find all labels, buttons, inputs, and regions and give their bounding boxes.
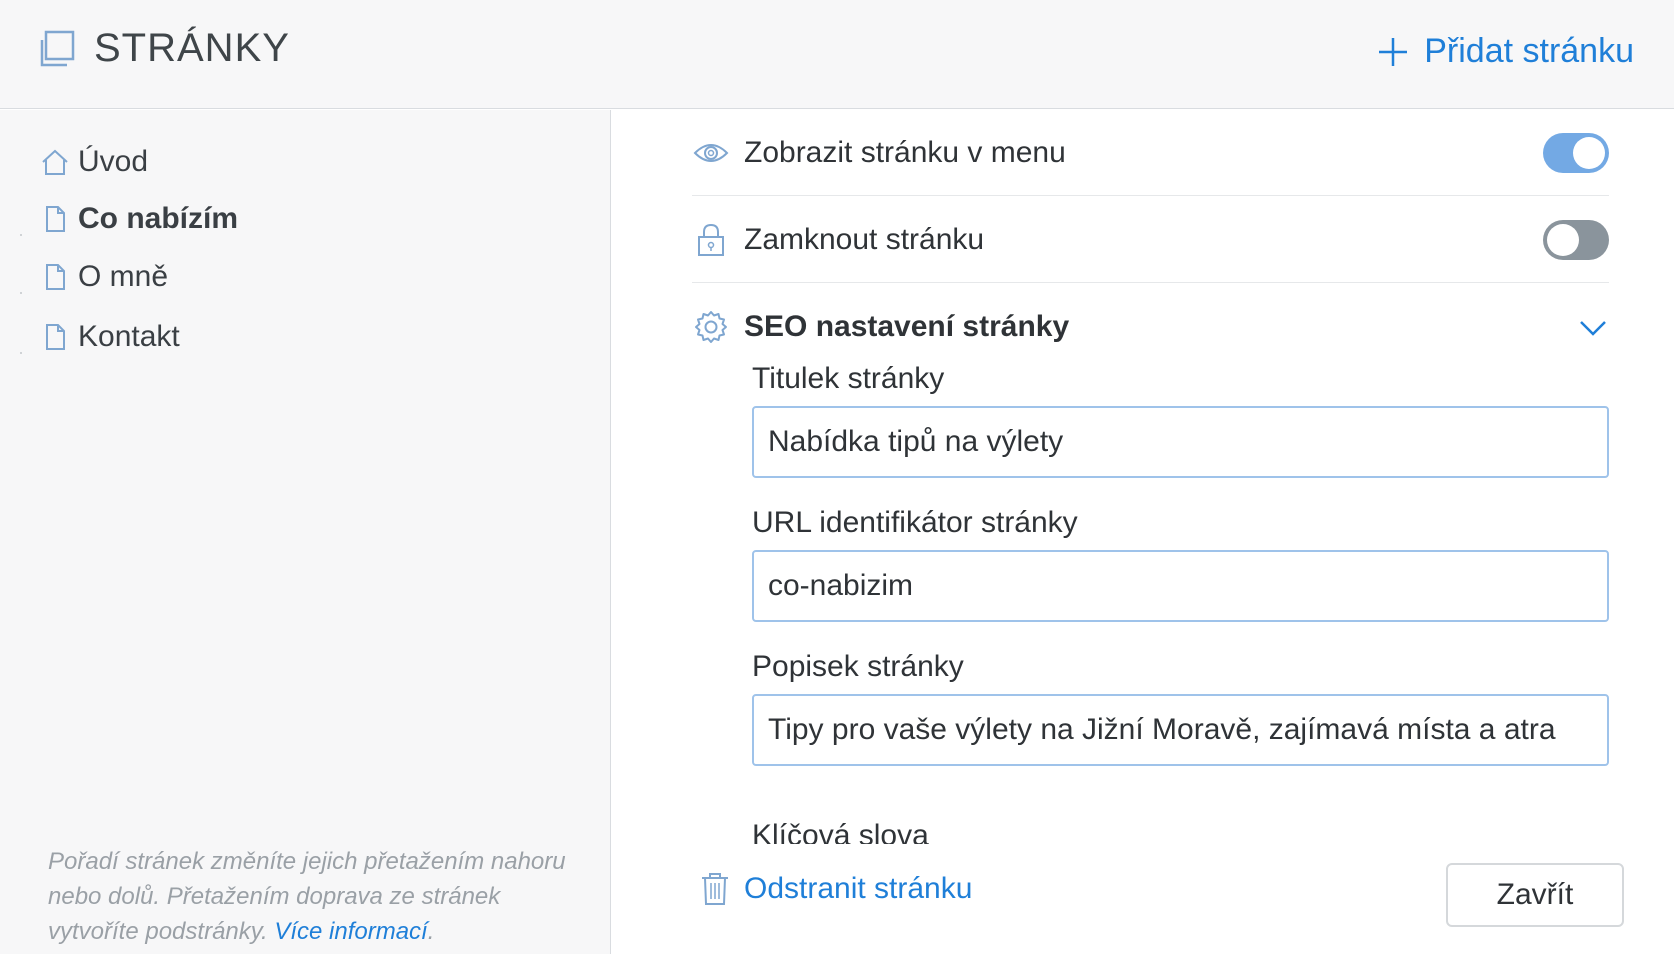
show-in-menu-label: Zobrazit stránku v menu — [744, 135, 1066, 169]
close-button[interactable]: Zavřít — [1446, 863, 1624, 927]
keywords-field-label: Klíčová slova — [752, 819, 929, 844]
page-settings-panel: Zobrazit stránku v menu Zamknout stránku… — [612, 110, 1674, 954]
title-input[interactable] — [752, 406, 1609, 478]
description-field-label: Popisek stránky — [752, 650, 964, 683]
delete-page-label: Odstranit stránku — [744, 872, 973, 905]
toggle-knob — [1547, 223, 1579, 256]
sidebar-help-note: Pořadí stránek změníte jejich přetažením… — [48, 844, 588, 949]
delete-page-button[interactable]: Odstranit stránku — [700, 872, 972, 906]
sidebar-item-o-mne[interactable]: O mně — [40, 260, 168, 294]
lock-icon — [692, 221, 730, 259]
show-in-menu-row: Zobrazit stránku v menu — [692, 110, 1609, 196]
sidebar-item-co-nabizim[interactable]: Co nabízím — [40, 202, 238, 236]
sidebar-item-label: O mně — [78, 260, 169, 293]
title-field-label: Titulek stránky — [752, 362, 945, 395]
lock-page-label: Zamknout stránku — [744, 222, 985, 256]
lock-page-row: Zamknout stránku — [692, 197, 1609, 283]
sidebar-item-label: Co nabízím — [78, 202, 239, 235]
sidebar-item-kontakt[interactable]: Kontakt — [40, 320, 180, 354]
add-page-label: Přidat stránku — [1424, 32, 1634, 70]
trash-icon — [702, 873, 728, 905]
page-title: STRÁNKY — [94, 26, 290, 70]
sidebar-note-end: . — [427, 918, 435, 945]
sidebar-item-label: Kontakt — [78, 320, 180, 353]
show-in-menu-toggle[interactable] — [1543, 132, 1609, 173]
drag-dot — [20, 234, 22, 236]
add-page-button[interactable]: Přidat stránku — [1376, 32, 1634, 71]
sidebar: Úvod Co nabízím O mně Kontakt Pořadí str… — [0, 110, 611, 954]
lock-page-toggle[interactable] — [1543, 219, 1609, 260]
page-icon — [46, 324, 65, 350]
description-input[interactable] — [752, 694, 1609, 766]
home-icon — [42, 149, 68, 175]
drag-dot — [20, 292, 22, 294]
seo-settings-label: SEO nastavení stránky — [744, 310, 1070, 343]
eye-icon — [692, 134, 730, 172]
url-field-label: URL identifikátor stránky — [752, 506, 1078, 539]
toggle-knob — [1573, 136, 1605, 169]
page-icon — [46, 206, 65, 232]
more-info-link[interactable]: Více informací — [274, 918, 427, 945]
seo-settings-row[interactable]: SEO nastavení stránky — [692, 284, 1609, 370]
pages-icon — [40, 30, 75, 67]
gear-icon — [692, 308, 730, 346]
header: STRÁNKY Přidat stránku — [0, 0, 1674, 109]
sidebar-item-label: Úvod — [78, 145, 149, 178]
sidebar-item-uvod[interactable]: Úvod — [40, 145, 148, 179]
url-input[interactable] — [752, 550, 1609, 622]
drag-dot — [20, 352, 22, 354]
chevron-down-icon[interactable] — [1577, 314, 1609, 342]
plus-icon — [1379, 37, 1408, 66]
page-icon — [46, 264, 65, 290]
